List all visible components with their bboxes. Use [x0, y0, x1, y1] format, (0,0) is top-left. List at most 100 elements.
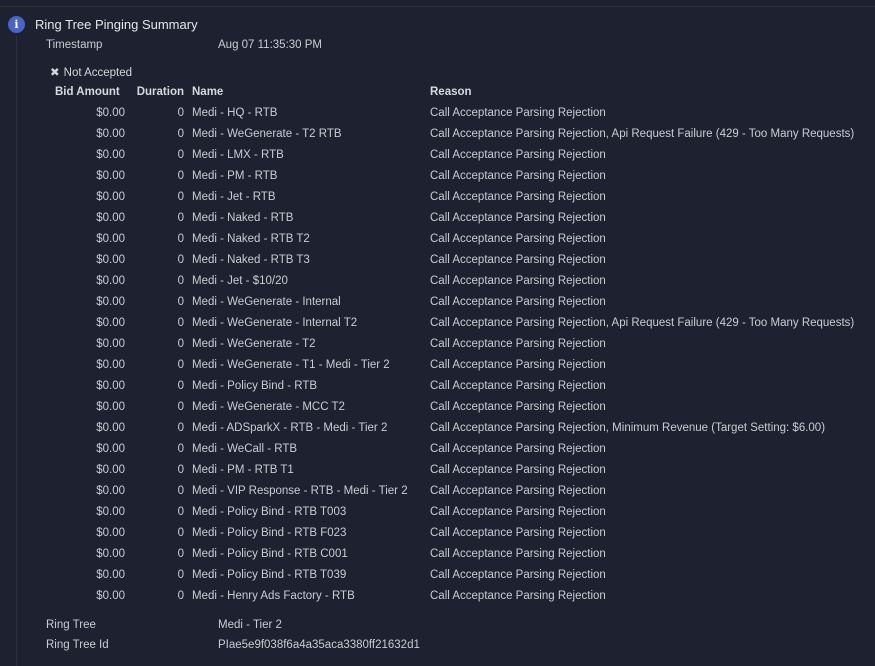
table-row: $0.00 0 Medi - Policy Bind - RTB C001 Call … [50, 543, 854, 564]
name-cell: Medi - Policy Bind - RTB T003 [192, 505, 347, 518]
column-header-name: Name [192, 85, 224, 98]
table-row: $0.00 0 Medi - VIP Response - RTB - Medi -… [50, 480, 854, 501]
bid-amount-cell: $0.00 [96, 400, 125, 413]
timeline-line [16, 36, 17, 666]
name-cell: Medi - HQ - RTB [192, 106, 278, 119]
duration-cell: 0 [177, 526, 184, 539]
name-cell: Medi - VIP Response - RTB - Medi - Tier … [192, 484, 408, 497]
reason-cell: Call Acceptance Parsing Rejection [430, 232, 606, 245]
ring-tree-label: Ring Tree [46, 619, 96, 631]
duration-cell: 0 [177, 148, 184, 161]
duration-cell: 0 [177, 190, 184, 203]
duration-cell: 0 [177, 400, 184, 413]
duration-cell: 0 [177, 463, 184, 476]
reason-cell: Call Acceptance Parsing Rejection [430, 358, 606, 371]
name-cell: Medi - Henry Ads Factory - RTB [192, 589, 355, 602]
reason-cell: Call Acceptance Parsing Rejection [430, 400, 606, 413]
table-row: $0.00 0 Medi - WeGenerate - T2 Call Accepta… [50, 333, 854, 354]
duration-cell: 0 [177, 421, 184, 434]
table-row: $0.00 0 Medi - WeCall - RTB Call Acceptance… [50, 438, 854, 459]
name-cell: Medi - WeGenerate - MCC T2 [192, 400, 345, 413]
name-cell: Medi - Naked - RTB [192, 211, 294, 224]
table-row: $0.00 0 Medi - PM - RTB T1 Call Acceptance … [50, 459, 854, 480]
bids-table: Bid Amount Duration Name Reason $0.00 0 Me… [50, 81, 854, 606]
bid-amount-cell: $0.00 [96, 169, 125, 182]
reason-cell: Call Acceptance Parsing Rejection [430, 484, 606, 497]
duration-cell: 0 [177, 568, 184, 581]
table-row: $0.00 0 Medi - Naked - RTB Call Acceptance … [50, 207, 854, 228]
reason-cell: Call Acceptance Parsing Rejection [430, 169, 606, 182]
bid-amount-cell: $0.00 [96, 589, 125, 602]
bid-amount-cell: $0.00 [96, 526, 125, 539]
bid-amount-cell: $0.00 [96, 232, 125, 245]
bid-amount-cell: $0.00 [96, 463, 125, 476]
duration-cell: 0 [177, 169, 184, 182]
table-header-row: Bid Amount Duration Name Reason [50, 81, 854, 102]
duration-cell: 0 [177, 337, 184, 350]
bid-amount-cell: $0.00 [96, 442, 125, 455]
table-row: $0.00 0 Medi - WeGenerate - T2 RTB Call Acc… [50, 123, 854, 144]
bid-amount-cell: $0.00 [96, 211, 125, 224]
table-row: $0.00 0 Medi - Naked - RTB T3 Call Acceptan… [50, 249, 854, 270]
bid-amount-cell: $0.00 [96, 484, 125, 497]
duration-cell: 0 [177, 106, 184, 119]
name-cell: Medi - WeGenerate - Internal T2 [192, 316, 358, 329]
name-cell: Medi - Naked - RTB T2 [192, 232, 310, 245]
duration-cell: 0 [177, 547, 184, 560]
duration-cell: 0 [177, 232, 184, 245]
info-icon: i [8, 16, 25, 33]
duration-cell: 0 [177, 442, 184, 455]
table-row: $0.00 0 Medi - WeGenerate - Internal T2 Cal… [50, 312, 854, 333]
bid-amount-cell: $0.00 [96, 568, 125, 581]
table-row: $0.00 0 Medi - LMX - RTB Call Acceptance Pa… [50, 144, 854, 165]
bid-amount-cell: $0.00 [96, 358, 125, 371]
duration-cell: 0 [177, 211, 184, 224]
table-row: $0.00 0 Medi - PM - RTB Call Acceptance Par… [50, 165, 854, 186]
name-cell: Medi - WeGenerate - T2 [192, 337, 316, 350]
reason-cell: Call Acceptance Parsing Rejection, Api R… [430, 127, 855, 140]
table-row: $0.00 0 Medi - HQ - RTB Call Acceptance Par… [50, 102, 854, 123]
table-row: $0.00 0 Medi - Jet - RTB Call Acceptance Pa… [50, 186, 854, 207]
ring-tree-id-value: PIae5e9f038f6a4a35aca3380ff21632d1 [218, 639, 420, 651]
duration-cell: 0 [177, 484, 184, 497]
reason-cell: Call Acceptance Parsing Rejection [430, 526, 606, 539]
reason-cell: Call Acceptance Parsing Rejection [430, 463, 606, 476]
bid-amount-cell: $0.00 [96, 274, 125, 287]
status-not-accepted: ✖ Not Accepted [50, 65, 132, 79]
reason-cell: Call Acceptance Parsing Rejection [430, 211, 606, 224]
table-row: $0.00 0 Medi - ADSparkX - RTB - Medi - Tie… [50, 417, 854, 438]
reason-cell: Call Acceptance Parsing Rejection [430, 148, 606, 161]
table-row: $0.00 0 Medi - WeGenerate - Internal Call A… [50, 291, 854, 312]
name-cell: Medi - ADSparkX - RTB - Medi - Tier 2 [192, 421, 388, 434]
reason-cell: Call Acceptance Parsing Rejection [430, 274, 606, 287]
table-row: $0.00 0 Medi - Henry Ads Factory - RTB Call… [50, 585, 854, 606]
duration-cell: 0 [177, 295, 184, 308]
name-cell: Medi - PM - RTB T1 [192, 463, 294, 476]
name-cell: Medi - WeGenerate - T2 RTB [192, 127, 342, 140]
bid-amount-cell: $0.00 [96, 148, 125, 161]
duration-cell: 0 [177, 316, 184, 329]
duration-cell: 0 [177, 358, 184, 371]
reason-cell: Call Acceptance Parsing Rejection [430, 589, 606, 602]
name-cell: Medi - WeGenerate - Internal [192, 295, 341, 308]
duration-cell: 0 [177, 127, 184, 140]
reason-cell: Call Acceptance Parsing Rejection [430, 442, 606, 455]
reason-cell: Call Acceptance Parsing Rejection [430, 190, 606, 203]
reason-cell: Call Acceptance Parsing Rejection [430, 568, 606, 581]
duration-cell: 0 [177, 505, 184, 518]
top-divider [0, 0, 875, 7]
reason-cell: Call Acceptance Parsing Rejection [430, 253, 606, 266]
bid-amount-cell: $0.00 [96, 106, 125, 119]
bid-amount-cell: $0.00 [96, 421, 125, 434]
table-row: $0.00 0 Medi - WeGenerate - T1 - Medi - Ti… [50, 354, 854, 375]
name-cell: Medi - LMX - RTB [192, 148, 284, 161]
bid-amount-cell: $0.00 [96, 127, 125, 140]
bid-amount-cell: $0.00 [96, 190, 125, 203]
reason-cell: Call Acceptance Parsing Rejection [430, 505, 606, 518]
name-cell: Medi - WeGenerate - T1 - Medi - Tier 2 [192, 358, 390, 371]
name-cell: Medi - Policy Bind - RTB [192, 379, 318, 392]
name-cell: Medi - Jet - RTB [192, 190, 276, 203]
name-cell: Medi - WeCall - RTB [192, 442, 298, 455]
column-header-reason: Reason [430, 85, 472, 98]
table-row: $0.00 0 Medi - Jet - $10/20 Call Acceptance… [50, 270, 854, 291]
